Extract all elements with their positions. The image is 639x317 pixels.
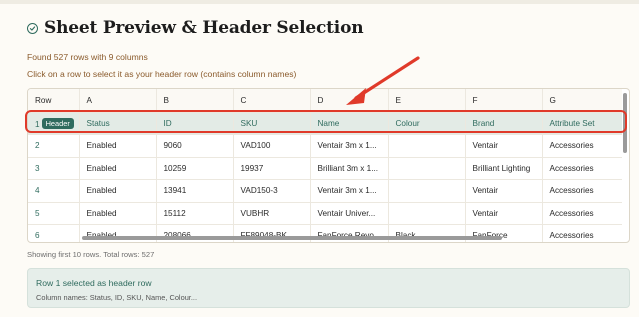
table-cell: Ventair (464, 202, 542, 225)
row-number-cell: 1 Header (28, 112, 79, 135)
table-cell: Status (78, 112, 156, 135)
preview-grid: Row A B C D E F G 1 Header Status ID SKU … (28, 89, 622, 242)
selection-column-names: Column names: Status, ID, SKU, Name, Col… (36, 293, 198, 302)
table-cell: Accessories (541, 179, 622, 203)
table-row[interactable]: 3 Enabled 10259 19937 Brilliant 3m x 1..… (28, 157, 622, 180)
table-cell (387, 134, 465, 158)
table-cell: Name (309, 112, 388, 135)
table-cell: 9060 (155, 134, 233, 158)
selection-summary-box: Row 1 selected as header row Column name… (27, 268, 630, 308)
table-cell: 208066 (155, 224, 233, 242)
rows-shown-note: Showing first 10 rows. Total rows: 527 (27, 250, 155, 259)
horizontal-scrollbar[interactable] (82, 236, 502, 240)
row-number: 5 (28, 202, 79, 225)
rows-summary: Found 527 rows with 9 columns (27, 52, 148, 62)
table-cell: Accessories (541, 224, 622, 242)
table-cell: Ventair Univer... (309, 202, 388, 225)
table-row-selected-header[interactable]: 1 Header Status ID SKU Name Colour Brand … (28, 112, 622, 135)
table-cell: Attribute Set (541, 112, 622, 135)
column-header: E (387, 89, 465, 113)
column-header: B (155, 89, 233, 113)
table-cell: Enabled (78, 202, 156, 225)
column-header-row: Row A B C D E F G (28, 89, 622, 113)
table-cell: Enabled (78, 157, 156, 180)
table-cell (387, 157, 465, 180)
table-cell: Colour (387, 112, 465, 135)
table-cell: FF89048-BK (232, 224, 310, 242)
column-header: Row (28, 89, 79, 113)
column-header: G (541, 89, 622, 113)
table-cell: Enabled (78, 224, 156, 242)
table-cell: VAD100 (232, 134, 310, 158)
table-cell: Enabled (78, 179, 156, 203)
table-cell: Ventair 3m x 1... (309, 179, 388, 203)
table-cell: Brand (464, 112, 542, 135)
header-badge: Header (41, 117, 74, 129)
table-cell: Accessories (541, 134, 622, 158)
row-number: 1 (35, 119, 40, 129)
sheet-preview-table: Row A B C D E F G 1 Header Status ID SKU … (27, 88, 630, 243)
column-header: D (309, 89, 388, 113)
table-cell: Ventair (464, 179, 542, 203)
table-row[interactable]: 6 Enabled 208066 FF89048-BK FanForce Rev… (28, 224, 622, 242)
table-cell: Enabled (78, 134, 156, 158)
table-cell: SKU (232, 112, 310, 135)
table-cell: Ventair (464, 134, 542, 158)
row-number: 6 (28, 224, 79, 242)
page-title: Sheet Preview & Header Selection (44, 18, 364, 38)
table-cell: 13941 (155, 179, 233, 203)
column-header: F (464, 89, 542, 113)
table-row[interactable]: 2 Enabled 9060 VAD100 Ventair 3m x 1... … (28, 134, 622, 158)
table-cell: FanForce Revo... (309, 224, 388, 242)
table-cell: ID (155, 112, 233, 135)
vertical-scrollbar[interactable] (623, 93, 627, 153)
table-cell (387, 202, 465, 225)
table-cell: Accessories (541, 157, 622, 180)
table-cell: VAD150-3 (232, 179, 310, 203)
table-cell: FanForce (464, 224, 542, 242)
page-header: Sheet Preview & Header Selection (27, 18, 364, 38)
row-number: 4 (28, 179, 79, 203)
table-row[interactable]: 4 Enabled 13941 VAD150-3 Ventair 3m x 1.… (28, 179, 622, 203)
row-number: 3 (28, 157, 79, 180)
table-cell: Brilliant Lighting (464, 157, 542, 180)
row-number: 2 (28, 134, 79, 158)
column-header: A (78, 89, 156, 113)
check-circle-icon (27, 22, 38, 34)
page-top-edge (0, 0, 639, 4)
selection-title: Row 1 selected as header row (36, 278, 152, 288)
table-cell: 19937 (232, 157, 310, 180)
instruction-text: Click on a row to select it as your head… (27, 69, 297, 79)
table-cell: 10259 (155, 157, 233, 180)
table-cell: VUBHR (232, 202, 310, 225)
table-cell: Black (387, 224, 465, 242)
table-cell: Brilliant 3m x 1... (309, 157, 388, 180)
column-header: C (232, 89, 310, 113)
table-cell: 15112 (155, 202, 233, 225)
table-cell (387, 179, 465, 203)
table-row[interactable]: 5 Enabled 15112 VUBHR Ventair Univer... … (28, 202, 622, 225)
table-cell: Ventair 3m x 1... (309, 134, 388, 158)
table-cell: Accessories (541, 202, 622, 225)
